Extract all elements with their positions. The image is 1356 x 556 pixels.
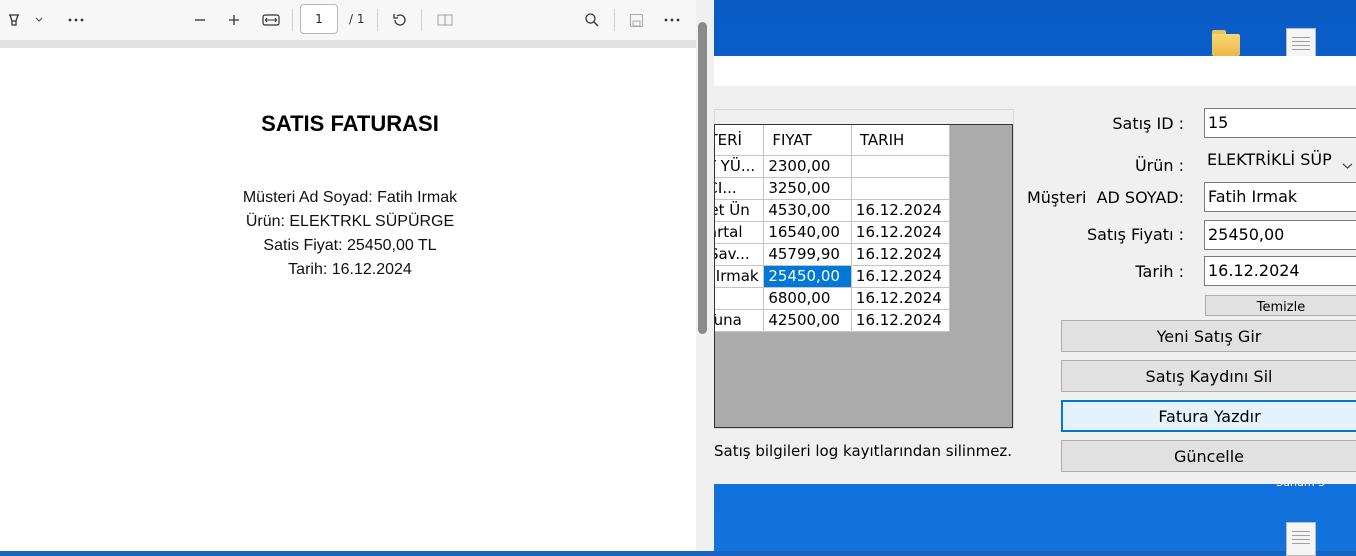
save-icon[interactable] — [624, 8, 648, 32]
fit-width-icon[interactable] — [258, 8, 284, 32]
cell-price[interactable]: 45799,90 — [763, 243, 852, 266]
new-sale-button[interactable]: Yeni Satış Gir — [1061, 320, 1356, 352]
sale-id-label: Satış ID : — [1112, 114, 1184, 133]
highlighter-icon[interactable] — [4, 8, 24, 32]
table-row[interactable]: Can Sav... 45799,90 16.12.2024 — [715, 243, 951, 266]
cell-price[interactable]: 2300,00 — [763, 155, 852, 178]
cell-price[interactable]: 16540,00 — [763, 221, 852, 244]
zoom-in-icon[interactable] — [222, 8, 246, 32]
cell-date[interactable]: 16.12.2024 — [851, 287, 951, 310]
product-select[interactable]: ELEKTRİKLİ SÜP — [1204, 146, 1356, 176]
cell-date[interactable]: 16.12.2024 — [851, 221, 951, 244]
page-total: / 1 — [349, 12, 365, 26]
clear-button[interactable]: Temizle — [1205, 295, 1356, 316]
cell-customer[interactable]: Ali Kartal — [715, 221, 765, 244]
search-icon[interactable] — [580, 8, 604, 32]
page-number-input[interactable] — [300, 4, 338, 34]
cell-customer[interactable]: ALP ÇI... — [715, 177, 765, 200]
table-row[interactable]: ALP ÇI... 3250,00 — [715, 177, 951, 200]
sale-id-field[interactable]: 15 — [1204, 108, 1356, 138]
cell-customer[interactable] — [715, 287, 765, 310]
grid-header-row: MÜŞTERİ FIYAT TARIH — [715, 125, 951, 156]
update-button[interactable]: Güncelle — [1061, 440, 1356, 472]
cell-customer[interactable]: Fatih Irmak — [715, 265, 765, 288]
page-edge — [0, 41, 696, 48]
invoice-product-line: Ürün: ELEKTRKL SÜPÜRGE — [245, 213, 455, 230]
table-row[interactable]: Ali Kartal 16540,00 16.12.2024 — [715, 221, 951, 244]
window-title-bar — [714, 56, 1356, 86]
invoice-price-line: Satis Fiyat: 25450,00 TL — [263, 237, 437, 254]
delete-sale-button[interactable]: Satış Kaydını Sil — [1061, 360, 1356, 392]
pdf-toolbar: / 1 — [0, 0, 714, 41]
column-header-price[interactable]: FIYAT — [763, 125, 852, 156]
cell-price[interactable]: 3250,00 — [763, 177, 852, 200]
cell-date[interactable]: 16.12.2024 — [851, 199, 951, 222]
date-field[interactable]: 16.12.2024 — [1204, 256, 1356, 286]
sales-form-window: MÜŞTERİ FIYAT TARIH MERT YÜ... 2300,00 A… — [714, 56, 1356, 484]
cell-date[interactable] — [851, 155, 951, 178]
two-page-view-icon[interactable] — [432, 8, 458, 32]
pdf-viewer-window: / 1 SATIS FATURASI Müsteri Ad Soyad: Fat… — [0, 0, 714, 551]
log-note-label: Satış bilgileri log kayıtlarından silinm… — [714, 442, 1013, 460]
cell-customer[interactable]: MERT YÜ... — [715, 155, 765, 178]
sales-data-grid[interactable]: MÜŞTERİ FIYAT TARIH MERT YÜ... 2300,00 A… — [714, 124, 1013, 428]
cell-date[interactable]: 16.12.2024 — [851, 309, 951, 332]
invoice-date-line: Tarih: 16.12.2024 — [288, 261, 412, 278]
more-options-icon[interactable] — [62, 8, 90, 32]
cell-price-selected[interactable]: 25450,00 — [763, 265, 852, 288]
price-field[interactable]: 25450,00 — [1204, 220, 1356, 250]
table-row[interactable]: Ahmet Ün 4530,00 16.12.2024 — [715, 199, 951, 222]
cell-customer[interactable]: Ece Tuna — [715, 309, 765, 332]
chevron-down-icon[interactable] — [28, 8, 50, 32]
product-label: Ürün : — [1134, 156, 1184, 175]
more-options-icon[interactable] — [658, 8, 686, 32]
price-label: Satış Fiyatı : — [1086, 225, 1184, 244]
cell-customer[interactable]: Ahmet Ün — [715, 199, 765, 222]
print-invoice-button[interactable]: Fatura Yazdır — [1061, 400, 1356, 432]
table-row[interactable]: MERT YÜ... 2300,00 — [715, 155, 951, 178]
table-row[interactable]: Ece Tuna 42500,00 16.12.2024 — [715, 309, 951, 332]
scrollbar-thumb[interactable] — [698, 22, 707, 334]
date-label: Tarih : — [1135, 262, 1184, 281]
chevron-down-icon[interactable] — [1342, 159, 1353, 173]
cell-price[interactable]: 6800,00 — [763, 287, 852, 310]
cell-date[interactable] — [851, 177, 951, 200]
cell-price[interactable]: 42500,00 — [763, 309, 852, 332]
invoice-customer-line: Müsteri Ad Soyad: Fatih Irmak — [242, 189, 458, 206]
customer-field[interactable]: Fatih Irmak — [1204, 182, 1356, 212]
column-header-customer[interactable]: MÜŞTERİ — [715, 125, 765, 156]
invoice-title: SATIS FATURASI — [261, 111, 439, 136]
column-header-date[interactable]: TARIH — [851, 125, 951, 156]
zoom-out-icon[interactable] — [188, 8, 212, 32]
table-row[interactable]: 6800,00 16.12.2024 — [715, 287, 951, 310]
customer-label: Müşteri AD SOYAD: — [1026, 188, 1184, 207]
cell-date[interactable]: 16.12.2024 — [851, 243, 951, 266]
table-row-selected[interactable]: Fatih Irmak 25450,00 16.12.2024 — [715, 265, 951, 288]
rotate-icon[interactable] — [388, 8, 412, 32]
cell-price[interactable]: 4530,00 — [763, 199, 852, 222]
cell-customer[interactable]: Can Sav... — [715, 243, 765, 266]
cell-date[interactable]: 16.12.2024 — [851, 265, 951, 288]
